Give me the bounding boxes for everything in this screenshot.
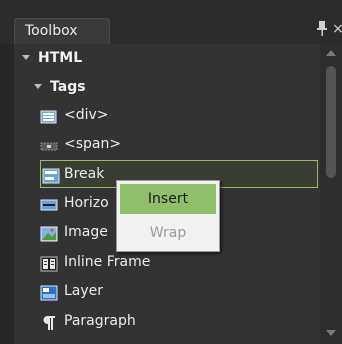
paragraph-icon (40, 313, 58, 330)
panel-title-strip: Toolbox × (0, 0, 342, 44)
tree-item-label: Paragraph (64, 313, 136, 329)
pin-icon[interactable] (316, 20, 328, 38)
tree-item-label: <span> (64, 136, 122, 152)
tree-item-label: Image (64, 224, 108, 240)
chevron-down-icon (34, 83, 42, 89)
inline-frame-icon (40, 254, 58, 272)
tree-item-inline-frame[interactable]: Inline Frame (40, 248, 316, 276)
tree-item-div[interactable]: <div> (40, 101, 316, 129)
context-menu: Insert Wrap (116, 180, 220, 252)
div-icon (40, 107, 58, 124)
tree-item-label: Layer (64, 283, 104, 299)
context-menu-insert[interactable]: Insert (120, 184, 216, 214)
toolbox-panel: Toolbox × HTML Tags <div> <span> Break H… (0, 0, 342, 344)
scrollbar-thumb[interactable] (326, 66, 336, 178)
vertical-scrollbar[interactable] (320, 44, 342, 344)
tree-item-label: Inline Frame (64, 254, 151, 270)
scroll-down-icon[interactable] (326, 330, 336, 336)
horizontal-rule-icon (40, 195, 58, 211)
chevron-down-icon (22, 54, 30, 60)
tree-item-label: Horizo (64, 195, 109, 211)
tree-root-label: HTML (38, 50, 83, 66)
tree-item-label: <div> (64, 107, 109, 123)
tree-item-label: Break (64, 166, 105, 182)
tree-item-paragraph[interactable]: Paragraph (40, 307, 316, 335)
toolbox-tab[interactable]: Toolbox (14, 18, 110, 44)
break-icon (42, 166, 60, 184)
span-icon (40, 136, 58, 152)
tree-item-layer[interactable]: Layer (40, 277, 316, 305)
layer-icon (40, 283, 58, 301)
tree-item-span[interactable]: <span> (40, 130, 316, 158)
tree-group-tags[interactable]: Tags (14, 73, 314, 101)
image-icon (40, 224, 58, 242)
close-icon[interactable]: × (332, 22, 342, 36)
scroll-up-icon[interactable] (326, 50, 336, 56)
tree-root-html[interactable]: HTML (14, 44, 314, 72)
tree-group-label: Tags (50, 79, 86, 95)
context-menu-wrap[interactable]: Wrap (120, 218, 216, 248)
